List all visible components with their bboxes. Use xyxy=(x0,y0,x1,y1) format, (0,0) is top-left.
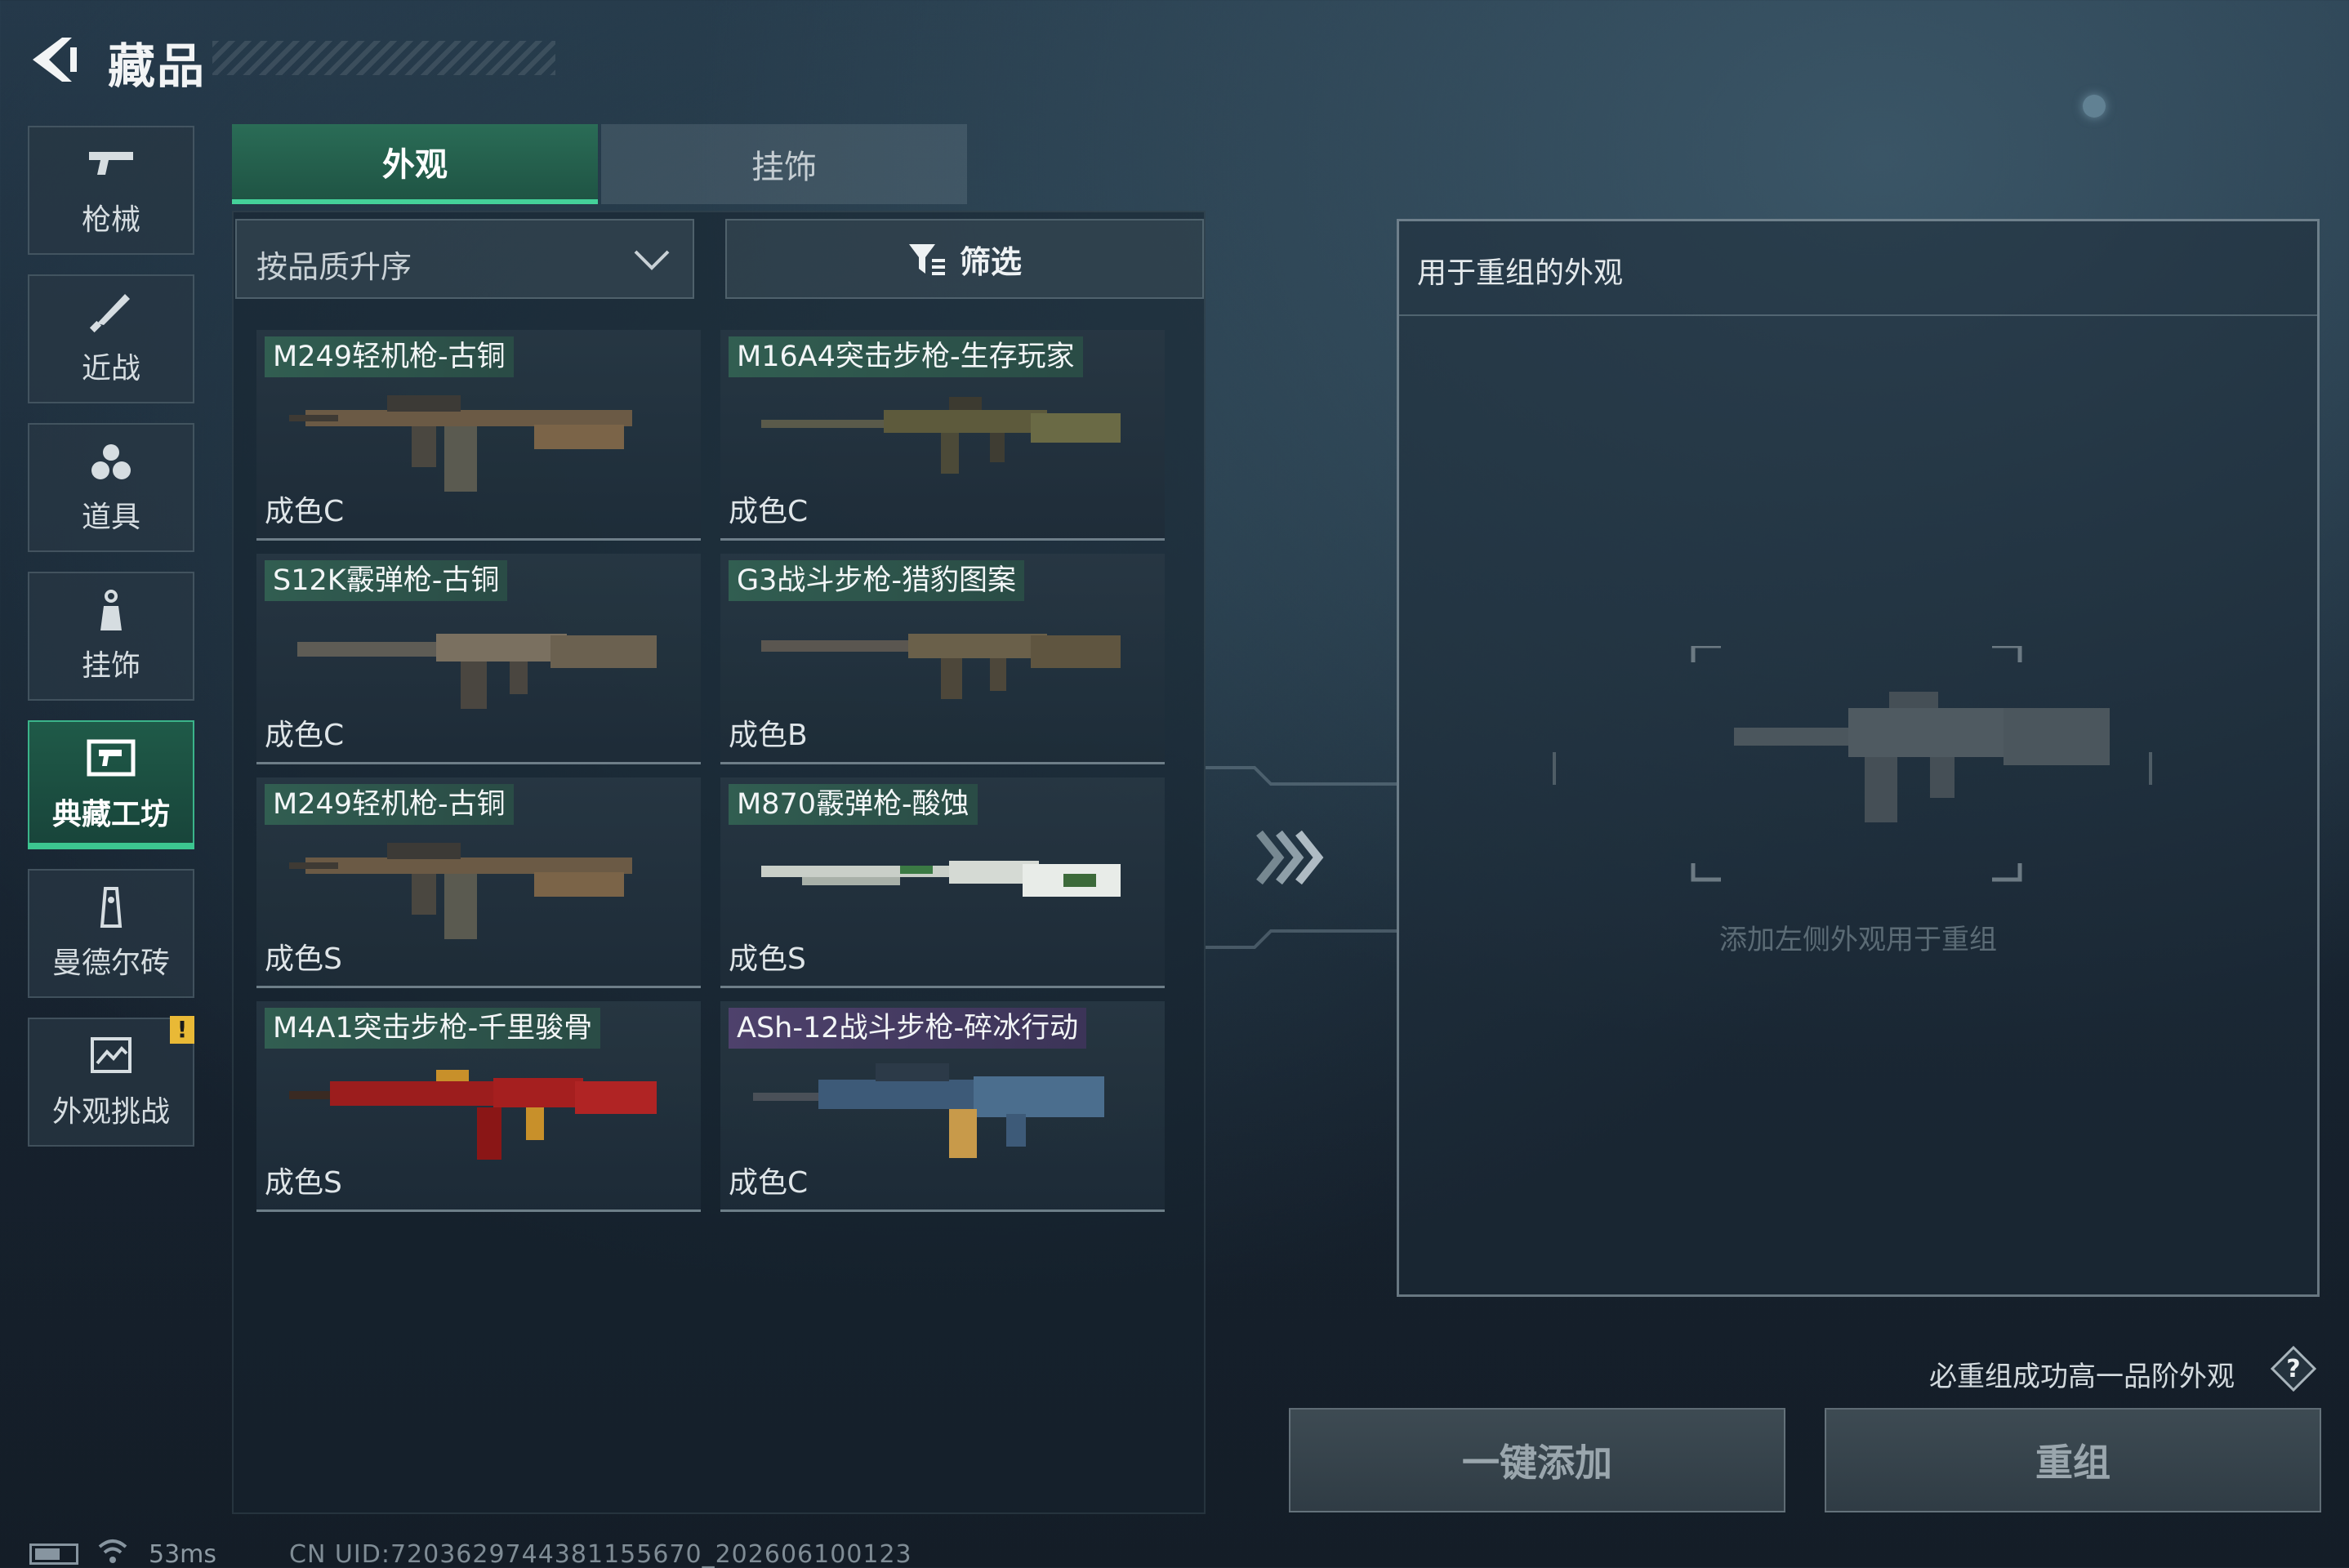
skin-grade: 成色S xyxy=(265,1166,342,1200)
skin-name: M16A4突击步枪-生存玩家 xyxy=(729,336,1083,377)
skin-grade: 成色B xyxy=(729,719,808,752)
gun-icon xyxy=(89,152,133,175)
skin-name: M4A1突击步枪-千里骏骨 xyxy=(265,1008,601,1049)
skin-card[interactable]: G3战斗步枪-猎豹图案 成色B xyxy=(720,554,1165,764)
empty-slot-hint: 添加左侧外观用于重组 xyxy=(1719,924,1997,956)
background-light xyxy=(2083,95,2106,118)
skin-grade: 成色S xyxy=(265,942,342,976)
skin-grade: 成色C xyxy=(265,719,345,752)
skin-grade: 成色C xyxy=(729,1166,809,1200)
reorg-panel-title: 用于重组的外观 xyxy=(1417,256,1624,290)
skin-card[interactable]: ASh-12战斗步枪-碎冰行动 成色C xyxy=(720,1001,1165,1212)
pendant-icon xyxy=(100,590,122,630)
page-title: 藏品 xyxy=(108,38,207,94)
filter-label: 筛选 xyxy=(959,243,1022,280)
sidebar-item-label: 外观挑战 xyxy=(51,1095,170,1129)
skin-name: ASh-12战斗步枪-碎冰行动 xyxy=(729,1008,1087,1049)
skin-grade: 成色S xyxy=(729,942,806,976)
skin-card[interactable]: M249轻机枪-古铜 成色C xyxy=(256,330,701,541)
grenade-icon xyxy=(91,444,131,479)
ash12-gun-image xyxy=(753,1063,1104,1158)
wifi-icon xyxy=(98,1539,127,1563)
skin-grade: 成色C xyxy=(265,495,345,528)
sidebar-item-props[interactable]: 道具 xyxy=(28,423,194,552)
sidebar-item-mandel-brick[interactable]: 曼德尔砖 xyxy=(28,869,194,998)
sort-dropdown[interactable]: 按品质升序 xyxy=(235,219,694,299)
divider xyxy=(1399,314,2317,316)
skin-card[interactable]: S12K霰弹枪-古铜 成色C xyxy=(256,554,701,764)
m16a4-gun-image xyxy=(761,397,1121,474)
skin-name: M249轻机枪-古铜 xyxy=(265,336,514,377)
skin-name: M249轻机枪-古铜 xyxy=(265,784,514,825)
skin-card[interactable]: M16A4突击步枪-生存玩家 成色C xyxy=(720,330,1165,541)
tab-pendant[interactable]: 挂饰 xyxy=(601,124,967,204)
knife-icon xyxy=(89,294,130,333)
sidebar-item-label: 枪械 xyxy=(81,203,140,237)
skin-card[interactable]: M249轻机枪-古铜 成色S xyxy=(256,777,701,988)
battery-icon xyxy=(29,1544,78,1565)
sidebar-item-firearms[interactable]: 枪械 xyxy=(28,126,194,255)
user-uid: CN UID:72036297443811556​70_202606100123 xyxy=(289,1540,912,1568)
s12k-gun-image xyxy=(297,634,657,709)
skin-name: S12K霰弹枪-古铜 xyxy=(265,560,508,601)
reorg-button[interactable]: 重组 xyxy=(1825,1408,2321,1512)
reorg-panel: 用于重组的外观 添加左侧外观用于重组 xyxy=(1397,219,2320,1297)
skin-card[interactable]: M870霰弹枪-酸蚀 成色S xyxy=(720,777,1165,988)
skin-name: G3战斗步枪-猎豹图案 xyxy=(729,560,1025,601)
g3-gun-image xyxy=(761,634,1121,699)
sidebar-item-label: 曼德尔砖 xyxy=(51,947,170,980)
ping-value: 53ms xyxy=(149,1540,217,1568)
sidebar-item-pendants[interactable]: 挂饰 xyxy=(28,572,194,701)
skin-card[interactable]: M4A1突击步枪-千里骏骨 成色S xyxy=(256,1001,701,1212)
m870-gun-image xyxy=(761,861,1121,897)
m4a1-gun-image xyxy=(289,1070,657,1160)
filter-icon xyxy=(908,244,945,275)
tab-appearance[interactable]: 外观 xyxy=(232,124,598,204)
sort-label: 按品质升序 xyxy=(256,249,412,285)
workshop-icon xyxy=(87,739,136,777)
help-icon[interactable]: ? xyxy=(2271,1346,2316,1392)
skin-grade: 成色C xyxy=(729,495,809,528)
chevron-down-icon xyxy=(634,250,670,270)
empty-slot-gun-icon xyxy=(1553,646,2152,882)
warning-badge: ! xyxy=(170,1016,194,1044)
back-arrow-icon[interactable] xyxy=(25,31,82,88)
sidebar-item-melee[interactable]: 近战 xyxy=(28,274,194,403)
filter-button[interactable]: 筛选 xyxy=(725,219,1204,299)
guarantee-text: 必重组成功高一品阶外观 xyxy=(1929,1361,2235,1393)
sidebar-item-appearance-challenge[interactable]: 外观挑战 ! xyxy=(28,1016,194,1147)
brick-icon xyxy=(100,887,123,928)
sidebar-item-label: 典藏工坊 xyxy=(51,798,170,831)
one-click-add-button[interactable]: 一键添加 xyxy=(1289,1408,1785,1512)
title-decoration xyxy=(212,41,555,75)
m249-gun-image xyxy=(289,843,632,939)
sidebar-item-label: 道具 xyxy=(81,501,140,534)
sidebar-item-label: 挂饰 xyxy=(81,649,140,683)
sidebar-item-workshop[interactable]: 典藏工坊 xyxy=(28,720,194,849)
challenge-icon xyxy=(91,1037,131,1073)
m249-gun-image xyxy=(289,395,632,492)
sidebar-item-label: 近战 xyxy=(81,352,140,385)
transfer-arrows-icon xyxy=(1206,766,1397,949)
svg-text:?: ? xyxy=(2286,1355,2300,1383)
skin-name: M870霰弹枪-酸蚀 xyxy=(729,784,978,825)
